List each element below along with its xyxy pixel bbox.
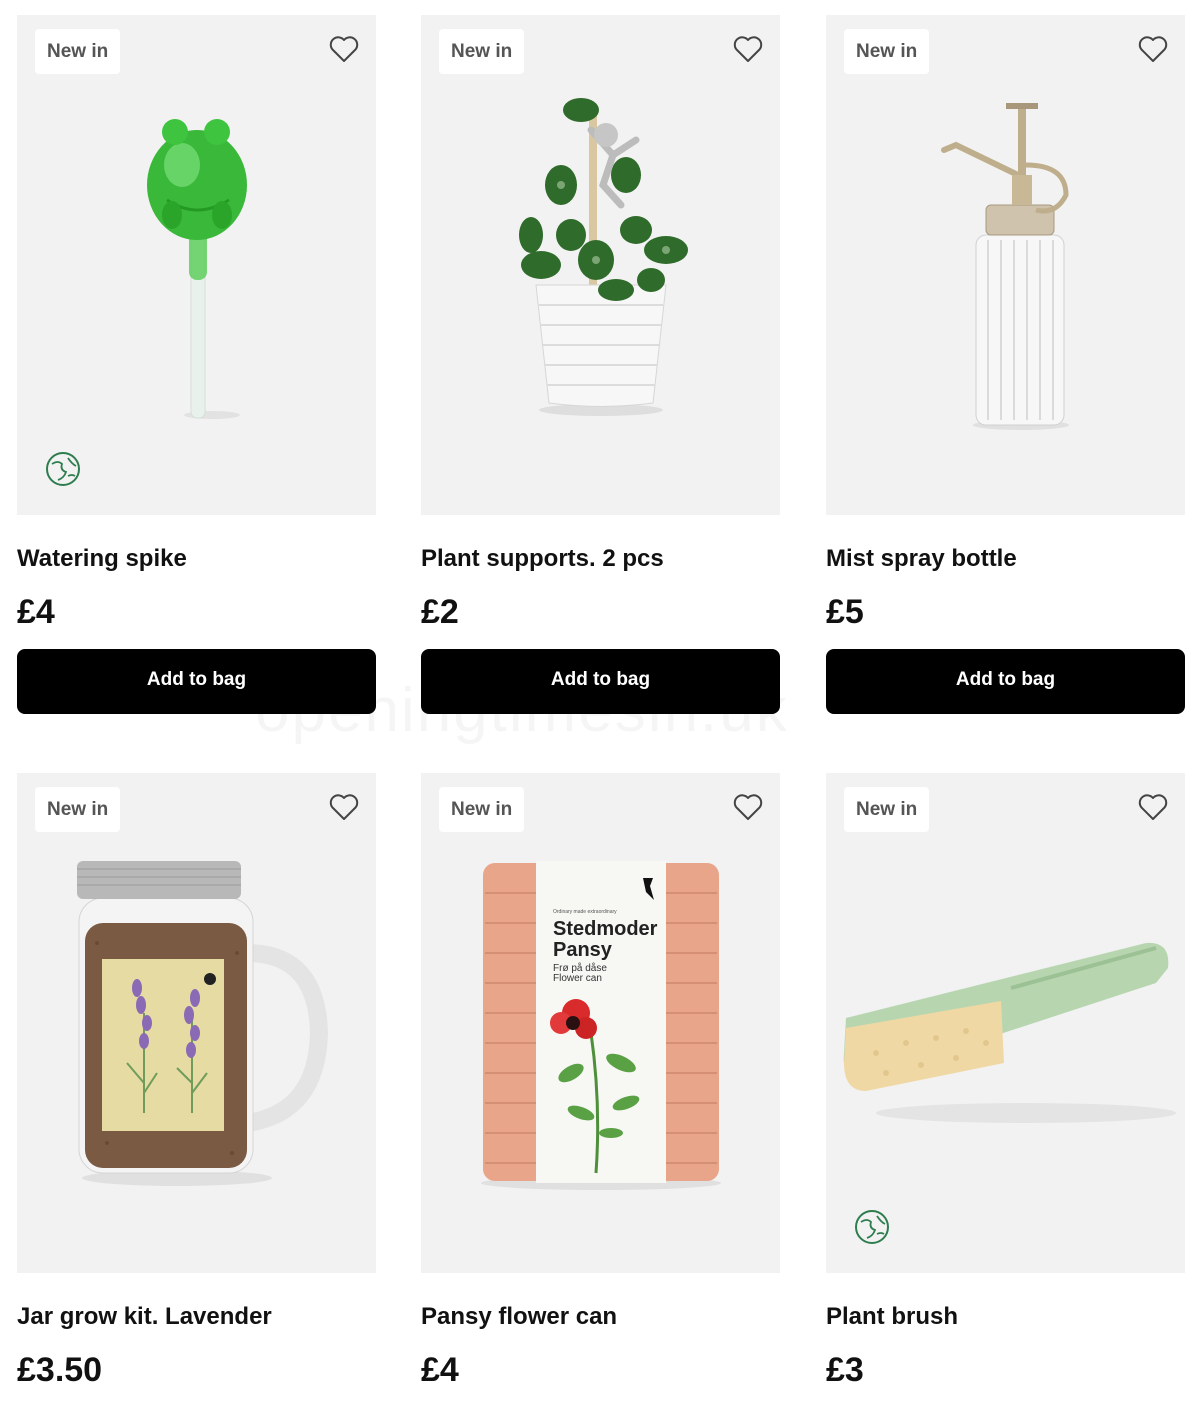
product-price: £3 <box>826 1351 864 1389</box>
pansy-flower-can-image: Ordinary made extraordinary Stedmoder Pa… <box>481 861 721 1190</box>
product-price: £4 <box>17 593 55 631</box>
new-in-badge: New in <box>844 29 930 74</box>
new-in-badge: New in <box>35 787 121 832</box>
plant-supports-image <box>519 98 688 416</box>
can-label-sub-line2: Flower can <box>553 973 602 984</box>
heart-outline-icon[interactable] <box>1137 33 1169 65</box>
watermark: openingtimesin.uk <box>255 675 789 746</box>
globe-leaf-icon <box>855 1210 889 1244</box>
globe-leaf-icon <box>46 452 80 486</box>
product-image-area[interactable]: New in <box>17 15 376 515</box>
can-label-name-line1: Stedmoder <box>553 918 658 940</box>
watering-spike-image <box>147 119 247 419</box>
heart-outline-icon[interactable] <box>328 791 360 823</box>
product-title[interactable]: Plant supports. 2 pcs <box>421 545 664 573</box>
product-price: £3.50 <box>17 1351 103 1389</box>
heart-outline-icon[interactable] <box>732 791 764 823</box>
new-in-badge: New in <box>439 29 525 74</box>
mist-spray-bottle-image <box>941 103 1069 430</box>
heart-outline-icon[interactable] <box>328 33 360 65</box>
plant-brush-image <box>843 942 1176 1123</box>
new-in-badge: New in <box>844 787 930 832</box>
product-image-area[interactable]: New in <box>17 773 376 1273</box>
new-in-badge: New in <box>439 787 525 832</box>
product-title[interactable]: Mist spray bottle <box>826 545 1017 573</box>
add-to-bag-button[interactable]: Add to bag <box>826 649 1185 714</box>
jar-grow-kit-image <box>77 861 329 1186</box>
product-price: £2 <box>421 593 459 631</box>
product-image-area[interactable]: New in <box>826 773 1185 1273</box>
product-title[interactable]: Pansy flower can <box>421 1303 617 1331</box>
new-in-badge: New in <box>35 29 121 74</box>
product-price: £4 <box>421 1351 459 1389</box>
product-price: £5 <box>826 593 864 631</box>
product-image-area[interactable]: New in <box>421 15 780 515</box>
product-title[interactable]: Plant brush <box>826 1303 958 1331</box>
product-image-area[interactable]: Ordinary made extraordinary Stedmoder Pa… <box>421 773 780 1273</box>
heart-outline-icon[interactable] <box>1137 791 1169 823</box>
can-label-name-line2: Pansy <box>553 939 613 961</box>
product-image-area[interactable]: New in <box>826 15 1185 515</box>
product-title[interactable]: Watering spike <box>17 545 187 573</box>
can-label-small: Ordinary made extraordinary <box>553 909 617 915</box>
product-title[interactable]: Jar grow kit. Lavender <box>17 1303 272 1331</box>
heart-outline-icon[interactable] <box>732 33 764 65</box>
